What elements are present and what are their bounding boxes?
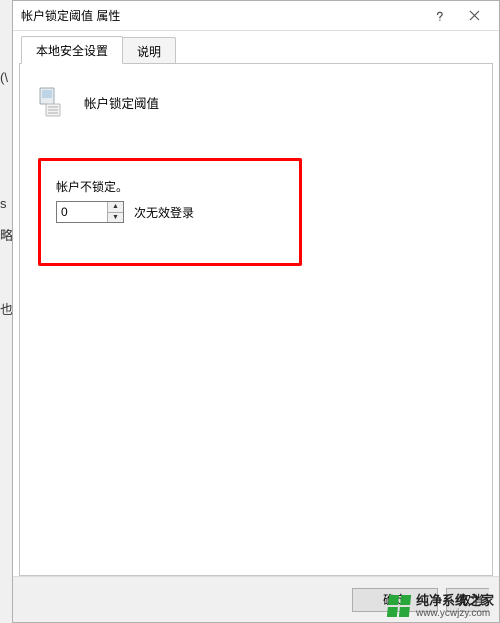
- cancel-button[interactable]: 取消: [446, 588, 489, 612]
- tab-panel: 帐户锁定阈值 帐户不锁定。 ▲ ▼ 次无效登录: [19, 63, 493, 576]
- threshold-spinner[interactable]: ▲ ▼: [56, 201, 124, 223]
- titlebar: 帐户锁定阈值 属性: [13, 1, 499, 31]
- policy-heading: 帐户锁定阈值: [36, 82, 476, 122]
- ok-button[interactable]: 确定: [352, 588, 438, 612]
- spinner-buttons: ▲ ▼: [107, 202, 123, 222]
- close-button[interactable]: [457, 4, 491, 28]
- spinner-down[interactable]: ▼: [108, 212, 123, 223]
- tab-explain[interactable]: 说明: [122, 37, 176, 64]
- threshold-suffix: 次无效登录: [134, 204, 194, 221]
- dialog-button-bar: 确定 取消: [13, 576, 499, 622]
- tab-local-security-settings[interactable]: 本地安全设置: [21, 36, 123, 64]
- help-button[interactable]: [423, 4, 457, 28]
- threshold-field: 帐户不锁定。 ▲ ▼ 次无效登录: [56, 178, 194, 223]
- threshold-input[interactable]: [57, 202, 107, 222]
- spinner-up[interactable]: ▲: [108, 202, 123, 212]
- dialog-body: 本地安全设置 说明 帐户锁定阈值 帐户不锁定。: [13, 31, 499, 576]
- policy-icon: [36, 82, 70, 122]
- tab-strip: 本地安全设置 说明: [19, 37, 493, 63]
- policy-name: 帐户锁定阈值: [84, 93, 159, 112]
- bg-fragment: s: [0, 196, 7, 211]
- threshold-description: 帐户不锁定。: [56, 178, 194, 195]
- properties-dialog: 帐户锁定阈值 属性 本地安全设置 说明: [12, 0, 500, 623]
- dialog-title: 帐户锁定阈值 属性: [21, 7, 423, 24]
- bg-fragment: (\: [0, 70, 8, 85]
